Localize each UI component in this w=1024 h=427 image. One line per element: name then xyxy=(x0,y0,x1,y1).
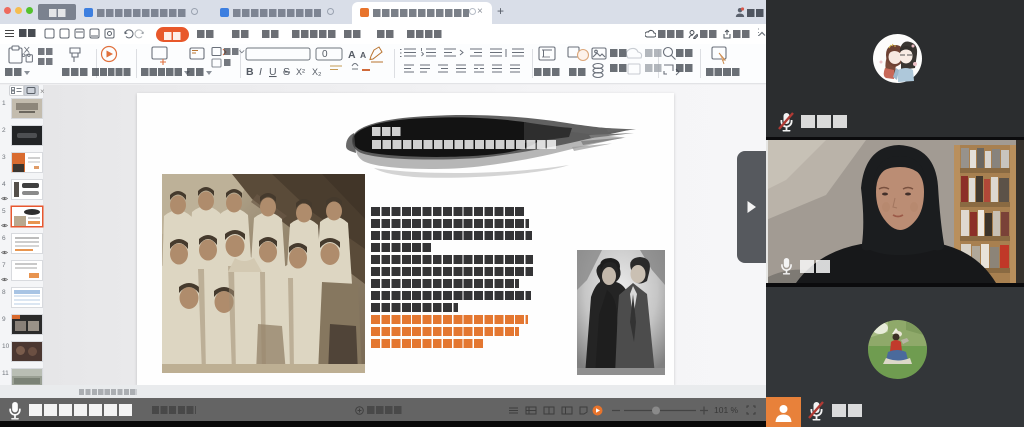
svg-text:A: A xyxy=(348,49,356,61)
svg-text:I: I xyxy=(259,66,262,78)
svg-text:X²: X² xyxy=(296,67,305,77)
svg-text:0: 0 xyxy=(322,49,328,60)
svg-text:X₂: X₂ xyxy=(312,67,322,77)
svg-text:U: U xyxy=(269,66,277,78)
svg-text:S: S xyxy=(283,66,290,78)
svg-text:B: B xyxy=(246,66,254,78)
svg-text:A: A xyxy=(360,50,366,60)
